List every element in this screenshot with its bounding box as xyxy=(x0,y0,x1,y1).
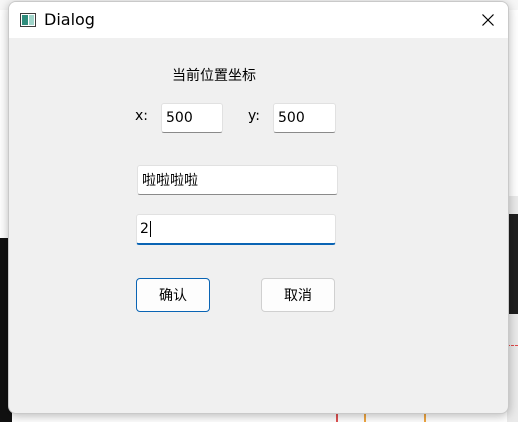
position-heading: 当前位置坐标 xyxy=(172,68,256,84)
number-input[interactable]: 2 xyxy=(136,214,336,245)
name-value: 啦啦啦啦 xyxy=(142,173,198,189)
cancel-button[interactable]: 取消 xyxy=(261,278,335,312)
name-input[interactable]: 啦啦啦啦 xyxy=(137,165,338,195)
close-icon xyxy=(482,14,494,26)
number-value: 2 xyxy=(140,221,149,237)
x-coordinate-value: 500 xyxy=(166,110,193,126)
y-label: y: xyxy=(248,108,260,124)
dialog-window: Dialog 当前位置坐标 x: 500 y: 500 啦啦啦啦 2 确认 取消 xyxy=(8,1,509,414)
close-button[interactable] xyxy=(470,6,506,34)
confirm-button-label: 确认 xyxy=(159,288,187,304)
window-app-icon xyxy=(20,13,36,27)
text-caret xyxy=(149,221,151,237)
y-coordinate-value: 500 xyxy=(278,110,305,126)
x-coordinate-input[interactable]: 500 xyxy=(161,103,223,133)
window-title: Dialog xyxy=(44,10,95,29)
y-coordinate-input[interactable]: 500 xyxy=(273,103,336,133)
cancel-button-label: 取消 xyxy=(284,288,312,304)
x-label: x: xyxy=(135,108,149,124)
dialog-content: 当前位置坐标 x: 500 y: 500 啦啦啦啦 2 确认 取消 xyxy=(9,38,508,413)
confirm-button[interactable]: 确认 xyxy=(136,278,210,312)
title-bar[interactable]: Dialog xyxy=(9,2,508,38)
